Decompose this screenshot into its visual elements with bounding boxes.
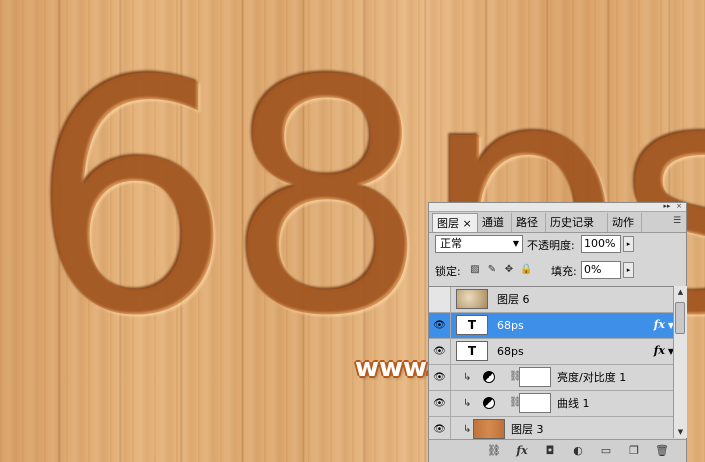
layer-scrollbar[interactable]: ▲ ▼ bbox=[673, 286, 687, 438]
delete-layer-icon[interactable]: 🗑 bbox=[655, 444, 669, 458]
eye-icon[interactable]: 👁 bbox=[429, 313, 451, 338]
tab-channels[interactable]: 通道 bbox=[478, 213, 512, 232]
eye-icon[interactable]: 👁 bbox=[429, 339, 451, 364]
layer-row[interactable]: 👁 ↳ ⛓ 曲线 1 bbox=[429, 391, 673, 417]
layer-name: 68ps bbox=[497, 345, 524, 358]
lock-position-icon[interactable]: ✥ bbox=[503, 264, 515, 276]
layer-name: 亮度/对比度 1 bbox=[557, 371, 627, 384]
panel-tabs: 图层 × 通道 路径 历史记录 动作 ☰ bbox=[429, 212, 686, 233]
lock-transparent-icon[interactable]: ▨ bbox=[469, 264, 481, 276]
layer-row[interactable]: 👁 ↳ ⛓ 亮度/对比度 1 bbox=[429, 365, 673, 391]
scroll-thumb[interactable] bbox=[675, 302, 685, 334]
clip-arrow-icon: ↳ bbox=[463, 424, 472, 435]
layer-row[interactable]: 👁 T 68ps fx ▼ bbox=[429, 313, 673, 339]
eye-icon[interactable]: 👁 bbox=[429, 391, 451, 416]
blend-mode-value: 正常 bbox=[440, 237, 462, 250]
fill-slider-icon[interactable]: ▸ bbox=[623, 262, 634, 278]
layer-name: 68ps bbox=[497, 319, 524, 332]
opacity-slider-icon[interactable]: ▸ bbox=[623, 236, 634, 252]
adjustment-icon bbox=[483, 371, 495, 383]
layer-mask-thumbnail bbox=[519, 393, 551, 413]
layer-name: 图层 3 bbox=[511, 423, 544, 436]
lock-all-icon[interactable]: 🔒 bbox=[520, 264, 532, 276]
new-adjustment-icon[interactable]: ◐ bbox=[571, 444, 585, 458]
layer-thumbnail bbox=[456, 289, 488, 309]
blend-mode-select[interactable]: 正常 ▼ bbox=[435, 235, 523, 253]
text-layer-thumbnail: T bbox=[456, 315, 488, 335]
add-style-icon[interactable]: fx bbox=[515, 444, 529, 458]
close-icon[interactable]: × bbox=[674, 203, 684, 210]
tab-actions[interactable]: 动作 bbox=[608, 213, 642, 232]
layer-row[interactable]: 👁 T 68ps fx ▼ bbox=[429, 339, 673, 365]
fill-input[interactable]: 0% bbox=[581, 261, 621, 279]
tab-layers[interactable]: 图层 × bbox=[432, 213, 478, 232]
layer-name: 图层 6 bbox=[497, 293, 530, 306]
lock-row: 锁定: ▨ ✎ ✥ 🔒 填充: 0% ▸ bbox=[429, 261, 686, 281]
tab-paths[interactable]: 路径 bbox=[512, 213, 546, 232]
chevron-down-icon: ▼ bbox=[512, 239, 519, 248]
clip-arrow-icon: ↳ bbox=[463, 398, 472, 409]
panel-titlebar[interactable]: ▸▸ × bbox=[429, 203, 686, 212]
layer-row[interactable]: 👁 ↳ 图层 3 bbox=[429, 417, 673, 439]
fx-icon[interactable]: fx bbox=[654, 344, 665, 357]
opacity-input[interactable]: 100% bbox=[581, 235, 621, 253]
clip-arrow-icon: ↳ bbox=[463, 372, 472, 383]
blend-row: 正常 ▼ 不透明度: 100% ▸ bbox=[429, 235, 686, 255]
layer-mask-thumbnail bbox=[519, 367, 551, 387]
text-layer-thumbnail: T bbox=[456, 341, 488, 361]
new-group-icon[interactable]: ▭ bbox=[599, 444, 613, 458]
layers-panel: ▸▸ × 图层 × 通道 路径 历史记录 动作 ☰ 正常 ▼ 不透明度: 100… bbox=[428, 202, 687, 462]
link-layers-icon[interactable]: ⛓ bbox=[487, 444, 501, 458]
eye-icon[interactable]: 👁 bbox=[429, 417, 451, 439]
opacity-label: 不透明度: bbox=[527, 239, 575, 252]
lock-label: 锁定: bbox=[435, 265, 461, 278]
tab-history[interactable]: 历史记录 bbox=[546, 213, 608, 232]
layer-actions-bar: ⛓ fx ◘ ◐ ▭ ❐ 🗑 bbox=[429, 439, 686, 462]
add-mask-icon[interactable]: ◘ bbox=[543, 444, 557, 458]
visibility-toggle[interactable] bbox=[429, 287, 451, 312]
fx-icon[interactable]: fx bbox=[654, 318, 665, 331]
adjustment-icon bbox=[483, 397, 495, 409]
scroll-down-icon[interactable]: ▼ bbox=[674, 426, 687, 438]
layer-list: 图层 6 👁 T 68ps fx ▼ 👁 T 68ps fx ▼ 👁 ↳ ⛓ 亮… bbox=[429, 286, 673, 439]
layer-name: 曲线 1 bbox=[557, 397, 590, 410]
panel-menu-icon[interactable]: ☰ bbox=[671, 215, 683, 227]
new-layer-icon[interactable]: ❐ bbox=[627, 444, 641, 458]
eye-icon[interactable]: 👁 bbox=[429, 365, 451, 390]
layer-row[interactable]: 图层 6 bbox=[429, 287, 673, 313]
lock-pixels-icon[interactable]: ✎ bbox=[486, 264, 498, 276]
scroll-up-icon[interactable]: ▲ bbox=[674, 286, 687, 298]
layer-thumbnail bbox=[473, 419, 505, 439]
collapse-icon[interactable]: ▸▸ bbox=[662, 203, 672, 210]
fill-label: 填充: bbox=[551, 265, 577, 278]
